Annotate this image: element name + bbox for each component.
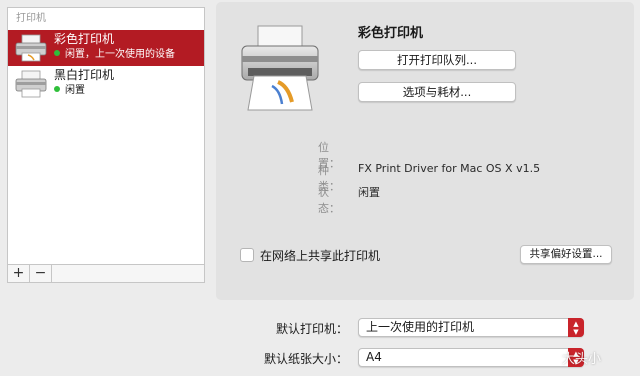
printer-status-text: 闲置 bbox=[65, 85, 85, 96]
printer-name: 黑白打印机 bbox=[54, 68, 115, 82]
share-printer-checkbox[interactable] bbox=[240, 248, 254, 262]
printer-status-text: 闲置，上一次使用的设备 bbox=[65, 49, 175, 60]
open-print-queue-button[interactable]: 打开打印队列... bbox=[358, 50, 516, 70]
status-dot bbox=[54, 86, 60, 92]
select-arrows-icon: ▲ ▼ bbox=[568, 318, 584, 337]
status-value: 闲置 bbox=[358, 186, 380, 199]
kind-value: FX Print Driver for Mac OS X v1.5 bbox=[358, 162, 541, 175]
status-dot bbox=[54, 50, 60, 56]
printer-status: 闲置 bbox=[54, 84, 85, 98]
printer-title: 彩色打印机 bbox=[358, 26, 424, 41]
options-supplies-button[interactable]: 选项与耗材... bbox=[358, 82, 516, 102]
printer-name: 彩色打印机 bbox=[54, 32, 115, 46]
printer-details-panel: 彩色打印机 打开打印队列... 选项与耗材... 位置： 种类： FX Prin… bbox=[216, 2, 634, 300]
printer-icon bbox=[15, 34, 47, 62]
printer-list-header: 打印机 bbox=[16, 13, 46, 24]
sharing-preferences-button[interactable]: 共享偏好设置... bbox=[520, 245, 612, 264]
default-printer-label: 默认打印机： bbox=[275, 322, 348, 336]
printer-large-icon bbox=[241, 25, 319, 111]
remove-printer-button[interactable]: − bbox=[30, 265, 52, 282]
printer-icon bbox=[15, 70, 47, 98]
printer-item-bw[interactable]: 黑白打印机 闲置 bbox=[8, 66, 204, 102]
printer-status: 闲置，上一次使用的设备 bbox=[54, 48, 175, 62]
default-paper-select[interactable]: A4 ▲ ▼ bbox=[358, 348, 584, 367]
default-printer-value: 上一次使用的打印机 bbox=[366, 320, 475, 334]
printer-list-footer: + − bbox=[8, 264, 204, 282]
status-label: 状态： bbox=[318, 186, 340, 215]
default-paper-label: 默认纸张大小： bbox=[263, 352, 348, 366]
share-printer-label[interactable]: 在网络上共享此打印机 bbox=[260, 247, 380, 264]
add-printer-button[interactable]: + bbox=[8, 265, 30, 282]
printer-item-color[interactable]: 彩色打印机 闲置，上一次使用的设备 bbox=[8, 30, 204, 66]
printer-list: 打印机 彩色打印机 闲置，上一次使用的设备 黑白打印机 闲置 + − bbox=[7, 7, 205, 283]
default-paper-value: A4 bbox=[366, 350, 382, 364]
watermark: 大头小 bbox=[562, 352, 602, 367]
default-printer-select[interactable]: 上一次使用的打印机 ▲ ▼ bbox=[358, 318, 584, 337]
